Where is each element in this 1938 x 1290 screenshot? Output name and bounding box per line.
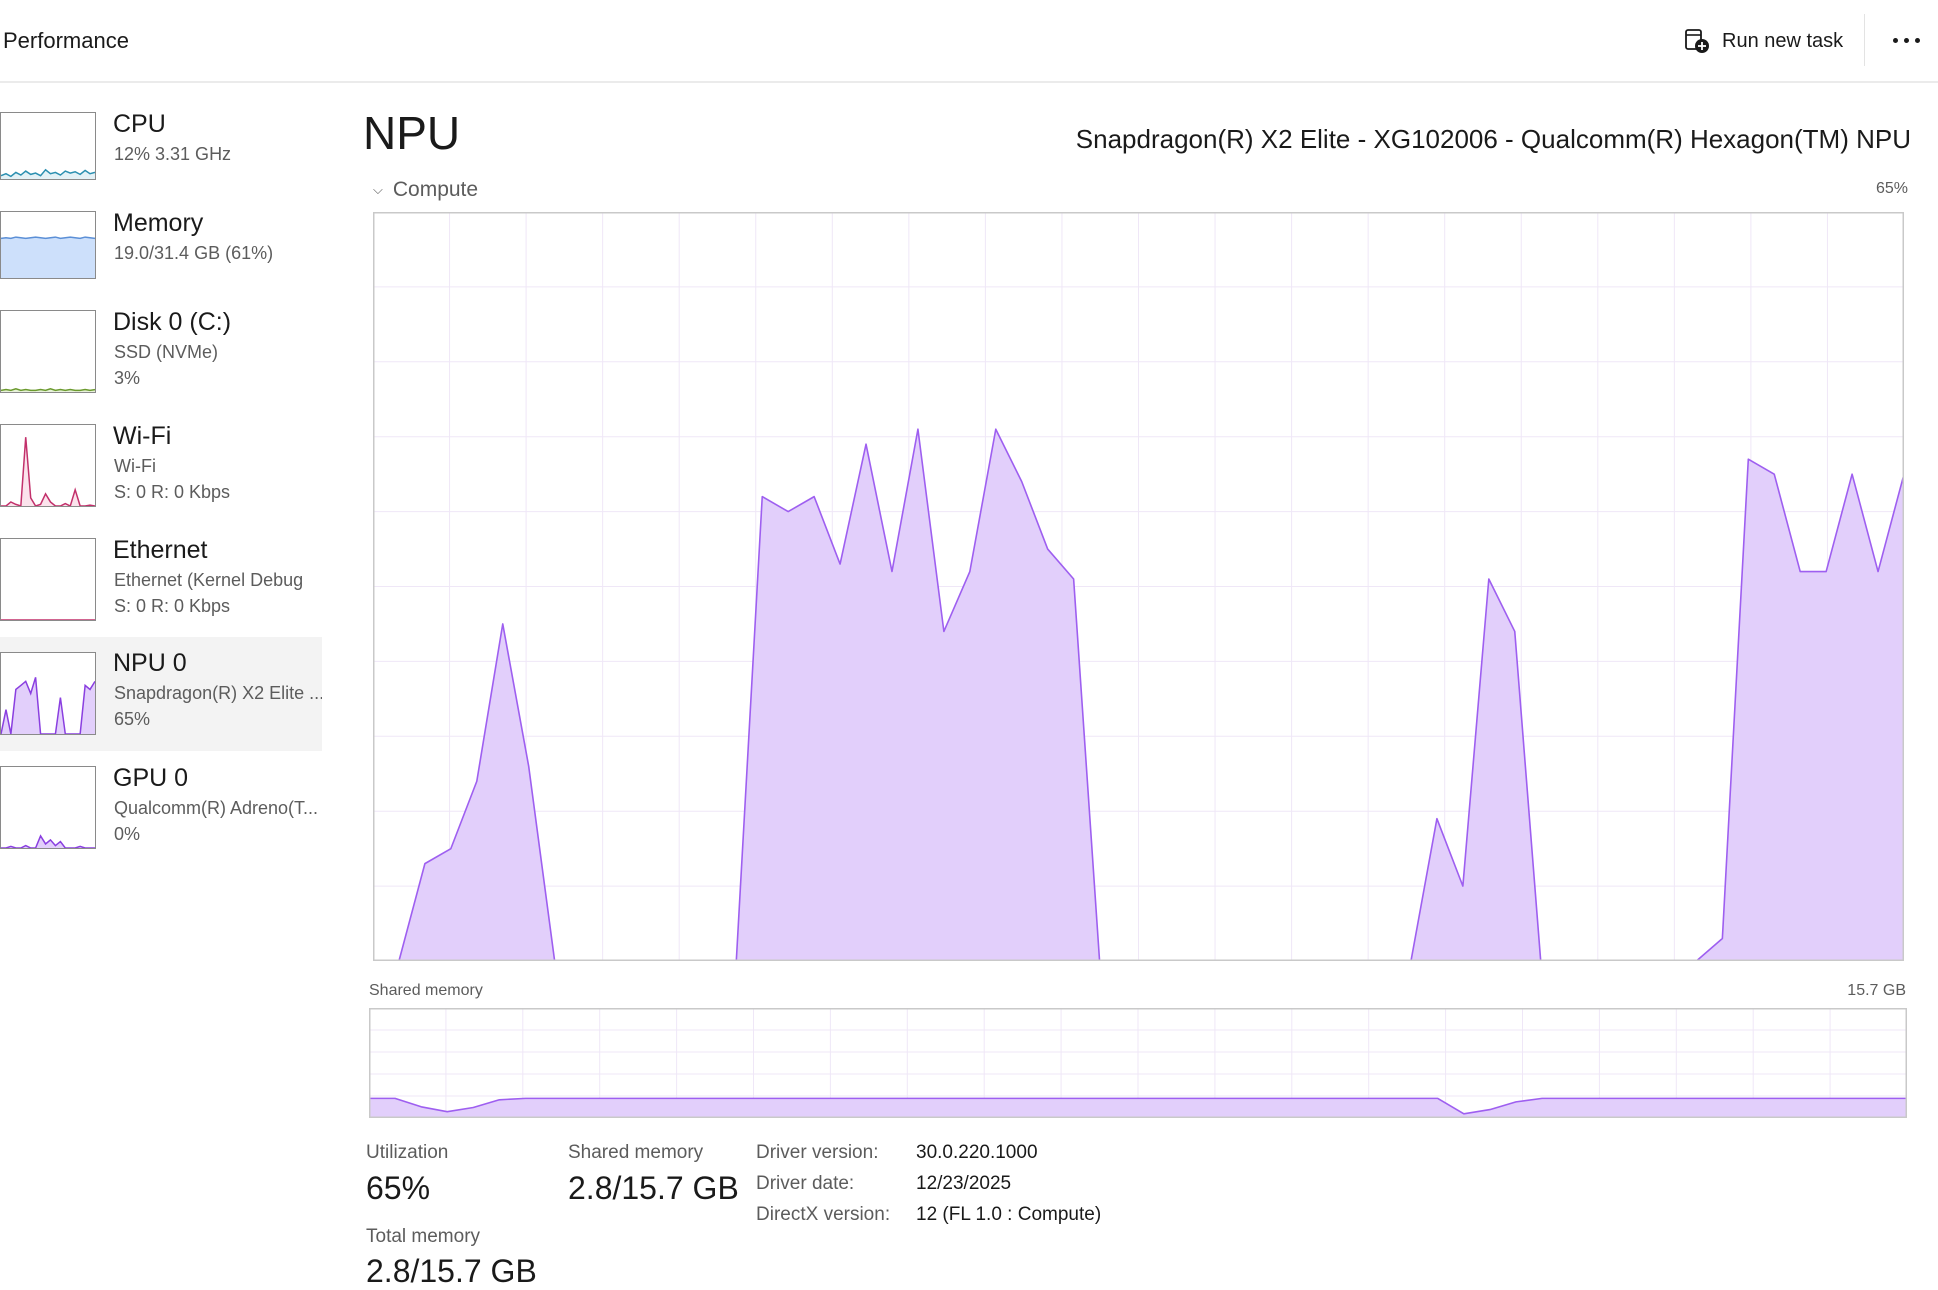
compute-engine-selector[interactable]: ⌵ Compute <box>373 178 478 202</box>
run-task-icon <box>1685 29 1709 53</box>
more-options-button[interactable] <box>1878 20 1934 60</box>
npu-title: NPU <box>363 107 461 159</box>
sidebar-item-gpu[interactable]: GPU 0 Qualcomm(R) Adreno(T... 0% <box>0 764 322 872</box>
gpu-thumbnail <box>0 766 96 849</box>
more-icon <box>1890 37 1923 43</box>
total-memory-value: 2.8/15.7 GB <box>366 1253 537 1289</box>
sidebar-item-name: Wi-Fi <box>113 422 172 450</box>
memory-thumbnail <box>0 211 96 279</box>
header-divider <box>1864 14 1865 66</box>
thumbnail-line <box>1 437 95 506</box>
ethernet-thumbnail <box>0 538 96 621</box>
cpu-thumbnail <box>0 112 96 180</box>
thumbnail-sparkline <box>1 311 95 392</box>
driver-date-label: Driver date: <box>756 1173 855 1194</box>
sidebar-item-detail: Snapdragon(R) X2 Elite ... <box>114 683 322 703</box>
disk-thumbnail <box>0 310 96 393</box>
sidebar-item-name: Disk 0 (C:) <box>113 308 232 336</box>
sidebar-item-disk[interactable]: Disk 0 (C:) SSD (NVMe) 3% <box>0 308 322 416</box>
sidebar-item-detail-2: 0% <box>114 824 141 844</box>
total-memory-label: Total memory <box>366 1226 481 1247</box>
sidebar-item-name: Memory <box>113 209 204 237</box>
chevron-down-icon: ⌵ <box>373 182 383 197</box>
sidebar-item-detail: Qualcomm(R) Adreno(T... <box>114 798 319 818</box>
sidebar-item-detail: Ethernet (Kernel Debug <box>114 570 304 590</box>
thumbnail-sparkline <box>1 653 95 734</box>
run-task-label: Run new task <box>1722 29 1844 52</box>
sidebar-item-name: Ethernet <box>113 536 208 564</box>
sidebar-item-memory[interactable]: Memory 19.0/31.4 GB (61%) <box>0 209 322 301</box>
compute-label: Compute <box>392 178 479 201</box>
sidebar-item-detail: 19.0/31.4 GB (61%) <box>114 243 274 263</box>
thumbnail-sparkline <box>1 425 95 506</box>
thumbnail-area <box>1 237 95 278</box>
sidebar-item-detail-2: 65% <box>114 709 151 729</box>
sidebar-item-detail: 12% 3.31 GHz <box>114 144 232 164</box>
shared-memory-chart-label: Shared memory <box>369 982 483 999</box>
shared-memory-axis-max: 15.7 GB <box>1847 982 1906 999</box>
thumbnail-sparkline <box>1 539 95 620</box>
sidebar-item-wifi[interactable]: Wi-Fi Wi-Fi S: 0 R: 0 Kbps <box>0 422 322 530</box>
thumbnail-area <box>1 437 95 506</box>
sidebar-item-detail-2: S: 0 R: 0 Kbps <box>114 482 231 502</box>
thumbnail-sparkline <box>1 767 95 848</box>
sidebar-item-name: CPU <box>113 110 166 138</box>
utilization-label: Utilization <box>366 1142 449 1163</box>
sidebar-item-cpu[interactable]: CPU 12% 3.31 GHz <box>0 110 322 202</box>
shared-memory-chart <box>369 1008 1907 1118</box>
compute-chart <box>373 212 1904 961</box>
run-new-task-button[interactable]: Run new task <box>1684 24 1843 58</box>
sidebar-item-detail-2: 3% <box>114 368 141 388</box>
driver-version-label: Driver version: <box>756 1142 879 1163</box>
shared-memory-value: 2.8/15.7 GB <box>568 1170 739 1206</box>
thumbnail-sparkline <box>1 113 95 179</box>
directx-version-value: 12 (FL 1.0 : Compute) <box>916 1204 1102 1225</box>
page-title: Performance <box>3 28 129 53</box>
sidebar-item-name: GPU 0 <box>113 764 189 792</box>
chart-grid <box>373 212 1904 961</box>
header-bar: Performance Run new task <box>0 0 1938 83</box>
thumbnail-sparkline <box>1 212 95 278</box>
utilization-value: 65% <box>366 1170 431 1206</box>
driver-date-value: 12/23/2025 <box>916 1173 1012 1194</box>
series-area <box>369 1098 1907 1118</box>
sidebar-item-detail: Wi-Fi <box>114 456 156 476</box>
directx-version-label: DirectX version: <box>756 1204 891 1225</box>
sidebar-item-detail: SSD (NVMe) <box>114 342 219 362</box>
sidebar-item-ethernet[interactable]: Ethernet Ethernet (Kernel Debug S: 0 R: … <box>0 536 322 644</box>
driver-version-value: 30.0.220.1000 <box>916 1142 1038 1163</box>
wifi-thumbnail <box>0 424 96 507</box>
sidebar-item-npu[interactable]: NPU 0 Snapdragon(R) X2 Elite ... 65% <box>0 637 322 751</box>
npu-thumbnail <box>0 652 96 735</box>
npu-device-name: Snapdragon(R) X2 Elite - XG102006 - Qual… <box>1075 124 1911 154</box>
shared-memory-label: Shared memory <box>568 1142 704 1163</box>
compute-axis-max: 65% <box>1875 180 1908 197</box>
sidebar-item-name: NPU 0 <box>113 649 187 677</box>
sidebar-item-detail-2: S: 0 R: 0 Kbps <box>114 596 231 616</box>
